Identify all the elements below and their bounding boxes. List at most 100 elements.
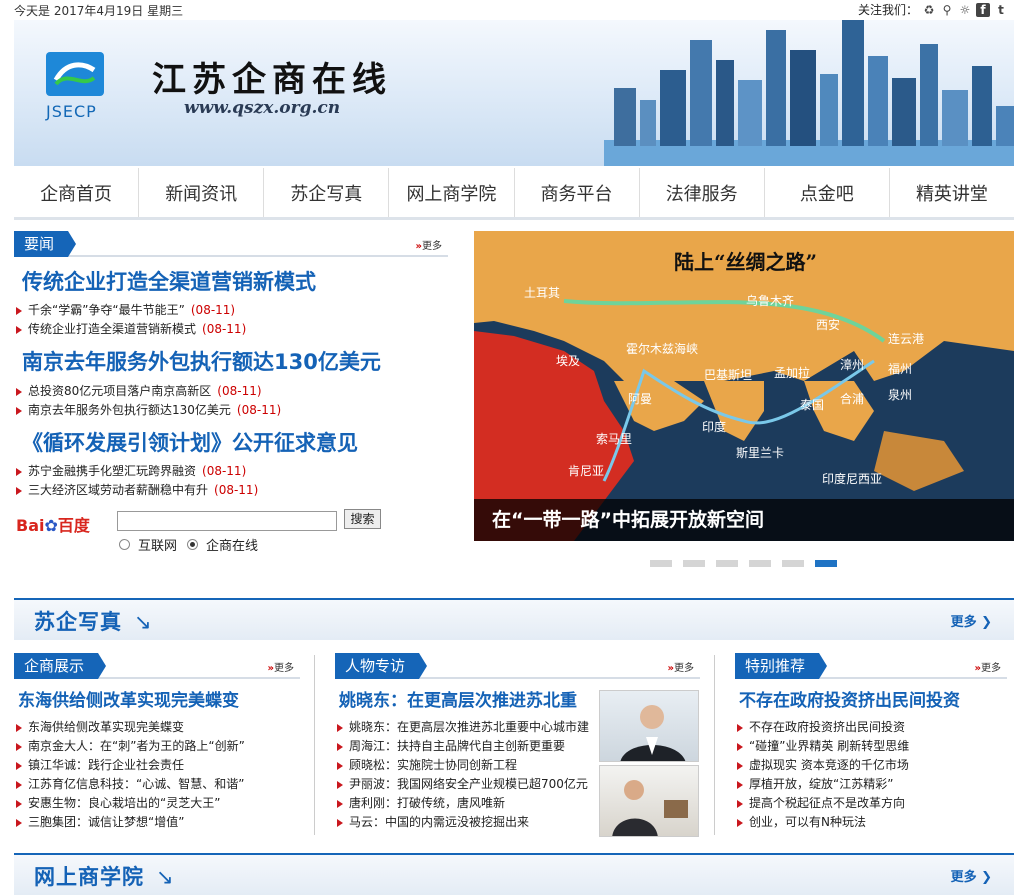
search-scope: 互联网 企商在线 [119, 535, 258, 554]
nav-home[interactable]: 企商首页 [14, 168, 140, 217]
logo-mark-icon [53, 62, 96, 86]
interview-header: 人物专访 »更多 [335, 653, 700, 679]
list-item[interactable]: 千余“学霸”争夺“最牛节能王” (08-11) [14, 301, 246, 320]
map-place-label: 肯尼亚 [568, 464, 604, 478]
top-bar: 今天是 2017年4月19日 星期三 关注我们： ♻ ⚲ ☼ f t [14, 0, 1014, 18]
map-place-label: 合浦 [840, 391, 864, 406]
enterprise-profile-band: 苏企写真 ↘ 更多 ❯ [14, 598, 1014, 640]
site-logo[interactable] [46, 52, 104, 96]
map-place-label: 埃及 [556, 354, 580, 368]
list-item[interactable]: 姚晓东：在更高层次推进苏北重要中心城市建 [335, 718, 589, 737]
map-place-label: 印度 [702, 419, 726, 434]
recommend-tab[interactable]: 特别推荐 [735, 653, 828, 679]
interview-list: 姚晓东：在更高层次推进苏北重要中心城市建 周海江：扶持自主品牌代自主创新更重要 … [335, 718, 589, 832]
nav-elite-lecture[interactable]: 精英讲堂 [890, 168, 1014, 217]
weibo-icon[interactable]: ☼ [958, 3, 972, 17]
scope-site-radio[interactable]: 企商在线 [187, 535, 258, 554]
recommend-header: 特别推荐 »更多 [735, 653, 1007, 679]
news-headline[interactable]: 南京去年服务外包执行额达130亿美元 [22, 346, 381, 376]
site-title: 江苏企商在线 [152, 60, 392, 100]
list-item[interactable]: “碰撞”业界精英 刷新转型思维 [735, 737, 909, 756]
list-item[interactable]: 创业，可以有N种玩法 [735, 813, 909, 832]
list-item[interactable]: 不存在政府投资挤出民间投资 [735, 718, 909, 737]
featured-slideshow[interactable]: 陆上“丝绸之路” 土耳其 乌鲁木齐 西安 连云港 埃及 霍尔木兹海峡 巴基斯坦 孟加拉 漳州 福州… [474, 231, 1014, 541]
site-abbr: JSECP [46, 102, 97, 121]
list-item[interactable]: 三大经济区域劳动者薪酬稳中有升 (08-11) [14, 481, 258, 500]
slide-caption[interactable]: 在“一带一路”中拓展开放新空间 [474, 499, 1014, 541]
list-item[interactable]: 苏宁金融携手化塑汇玩跨界融资 (08-11) [14, 462, 258, 481]
recommend-headline[interactable]: 不存在政府投资挤出民间投资 [739, 686, 960, 711]
city-skyline-image [604, 20, 1014, 166]
tencent-icon[interactable]: ⚲ [940, 3, 954, 17]
slide-dot[interactable] [716, 560, 738, 567]
arrow-icon: ↘ [134, 610, 153, 634]
showcase-list: 东海供给侧改革实现完美蝶变 南京金大人：在“刺”者为王的路上“创新” 镇江华诚：… [14, 718, 245, 832]
slide-dot[interactable] [650, 560, 672, 567]
slide-dot[interactable] [815, 560, 837, 567]
news-headline[interactable]: 《循环发展引领计划》公开征求意见 [22, 427, 358, 457]
list-item[interactable]: 南京金大人：在“刺”者为王的路上“创新” [14, 737, 245, 756]
recommend-list: 不存在政府投资挤出民间投资 “碰撞”业界精英 刷新转型思维 虚拟现实 资本竞逐的… [735, 718, 909, 832]
baidu-logo: Bai✿百度 [16, 516, 90, 535]
map-place-label: 索马里 [596, 432, 632, 446]
site-url: www.qszx.org.cn [184, 98, 341, 118]
nav-business-school[interactable]: 网上商学院 [389, 168, 515, 217]
list-item[interactable]: 南京去年服务外包执行额达130亿美元 (08-11) [14, 401, 281, 420]
interview-tab[interactable]: 人物专访 [335, 653, 428, 679]
interview-more-link[interactable]: »更多 [668, 659, 694, 674]
recommend-more-link[interactable]: »更多 [975, 659, 1001, 674]
search-input[interactable] [117, 511, 337, 531]
list-item[interactable]: 尹丽波：我国网络安全产业规模已超700亿元 [335, 775, 589, 794]
list-item[interactable]: 江苏育亿信息科技：“心诚、智慧、和谐” [14, 775, 245, 794]
nav-news[interactable]: 新闻资讯 [139, 168, 265, 217]
list-item[interactable]: 顾晓松：实施院士协同创新工程 [335, 756, 589, 775]
slide-dot[interactable] [683, 560, 705, 567]
band-more-link[interactable]: 更多 ❯ [951, 611, 992, 630]
list-item[interactable]: 安惠生物：良心栽培出的“灵芝大王” [14, 794, 245, 813]
list-item[interactable]: 虚拟现实 资本竞逐的千亿市场 [735, 756, 909, 775]
business-school-band: 网上商学院 ↘ 更多 ❯ [14, 853, 1014, 895]
band-title[interactable]: 苏企写真 ↘ [34, 606, 153, 636]
map-place-label: 孟加拉 [774, 365, 810, 380]
band-more-link[interactable]: 更多 ❯ [951, 866, 992, 885]
list-item[interactable]: 东海供给侧改革实现完美蝶变 [14, 718, 245, 737]
interview-headline[interactable]: 姚晓东：在更高层次推进苏北重 [339, 686, 577, 711]
list-item[interactable]: 马云：中国的内需远没被挖掘出来 [335, 813, 589, 832]
column-divider [714, 655, 715, 835]
nav-legal-service[interactable]: 法律服务 [640, 168, 765, 217]
list-item[interactable]: 提高个税起征点不是改革方向 [735, 794, 909, 813]
slide-dot[interactable] [782, 560, 804, 567]
list-item[interactable]: 唐利刚：打破传统，唐风唯新 [335, 794, 589, 813]
showcase-headline[interactable]: 东海供给侧改革实现完美蝶变 [18, 686, 239, 711]
showcase-more-link[interactable]: »更多 [268, 659, 294, 674]
nav-business-platform[interactable]: 商务平台 [515, 168, 640, 217]
nav-enterprise-profile[interactable]: 苏企写真 [264, 168, 390, 217]
chevron-right-icon: ❯ [976, 870, 992, 885]
band-title[interactable]: 网上商学院 ↘ [34, 861, 175, 891]
list-item[interactable]: 传统企业打造全渠道营销新模式 (08-11) [14, 320, 246, 339]
main-nav: 企商首页 新闻资讯 苏企写真 网上商学院 商务平台 法律服务 点金吧 精英讲堂 [14, 168, 1014, 220]
list-item[interactable]: 镇江华诚：践行企业社会责任 [14, 756, 245, 775]
list-item[interactable]: 周海江：扶持自主品牌代自主创新更重要 [335, 737, 589, 756]
list-item[interactable]: 厚植开放，绽放“江苏精彩” [735, 775, 909, 794]
map-place-label: 泉州 [888, 388, 912, 402]
interview-photo[interactable] [599, 765, 699, 837]
facebook-icon[interactable]: f [976, 2, 990, 17]
news-tab[interactable]: 要闻 [14, 231, 77, 257]
twitter-icon[interactable]: t [994, 3, 1008, 17]
scope-internet-radio[interactable]: 互联网 [119, 535, 177, 554]
showcase-tab[interactable]: 企商展示 [14, 653, 107, 679]
search-button[interactable]: 搜索 [344, 509, 381, 529]
news-section-header: 要闻 »更多 [14, 231, 448, 257]
news-more-link[interactable]: »更多 [416, 237, 442, 252]
follow-us: 关注我们： ♻ ⚲ ☼ f t [858, 1, 1008, 18]
list-item[interactable]: 三胞集团：诚信让梦想“增值” [14, 813, 245, 832]
slide-dot[interactable] [749, 560, 771, 567]
weixin-icon[interactable]: ♻ [922, 3, 936, 17]
map-place-label: 乌鲁木齐 [746, 293, 794, 308]
news-headline[interactable]: 传统企业打造全渠道营销新模式 [22, 266, 316, 296]
map-place-label: 阿曼 [628, 392, 652, 406]
interview-photo[interactable] [599, 690, 699, 762]
list-item[interactable]: 总投资80亿元项目落户南京高新区 (08-11) [14, 382, 281, 401]
nav-dianjin[interactable]: 点金吧 [765, 168, 890, 217]
